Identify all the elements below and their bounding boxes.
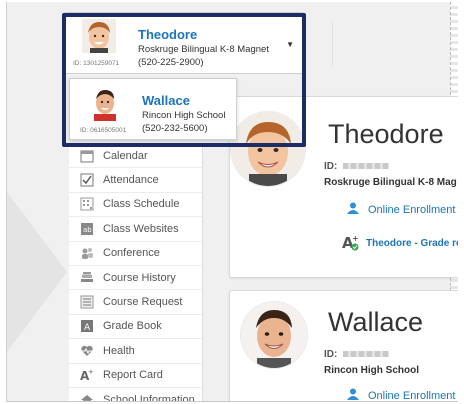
heart-icon [79, 343, 95, 359]
sidebar-item-label: School Information [103, 393, 195, 402]
checkbox-icon [79, 172, 95, 188]
list-icon [79, 294, 95, 310]
student-name[interactable]: Wallace [328, 307, 423, 338]
svg-text:ab: ab [83, 226, 92, 234]
sidebar-item-label: Calendar [103, 149, 148, 162]
sidebar-item-label: Course History [103, 271, 176, 284]
grade-report-link[interactable]: A + Theodore - Grade re [342, 234, 458, 252]
sidebar-item-report-card[interactable]: A + Report Card [69, 364, 202, 388]
sidebar-item-health[interactable]: Health [69, 339, 202, 364]
sidebar-item-course-history[interactable]: Course History [69, 266, 202, 291]
sidebar-menu: Calendar Attendance Class Schedule ab Cl… [69, 144, 203, 402]
switcher-divider [332, 21, 333, 67]
sidebar-item-attendance[interactable]: Attendance [69, 168, 202, 193]
enrollment-link-label: Online Enrollment is [368, 203, 458, 216]
sidebar-item-calendar[interactable]: Calendar [69, 144, 202, 169]
sidebar-item-label: Conference [103, 247, 160, 260]
sidebar-item-label: Report Card [103, 369, 163, 382]
report-card-icon: A + [342, 234, 360, 252]
calendar-icon [79, 148, 95, 164]
sidebar-item-course-request[interactable]: Course Request [69, 290, 202, 315]
svg-text:+: + [352, 235, 359, 243]
student-name[interactable]: Theodore [328, 119, 444, 150]
sidebar-item-conference[interactable]: Conference [69, 242, 202, 266]
sidebar-item-school-information[interactable]: School Information [69, 388, 202, 402]
sidebar-item-class-schedule[interactable]: Class Schedule [69, 193, 202, 218]
gradebook-icon: A [79, 318, 95, 334]
website-icon: ab [79, 221, 95, 237]
online-enrollment-link[interactable]: Online Enrollment is [346, 201, 458, 218]
background-shape [7, 192, 67, 352]
student-id-label: ID: [324, 161, 338, 172]
sidebar-item-label: Health [103, 344, 135, 357]
annotation-highlight [62, 13, 306, 147]
app-window: Calendar Attendance Class Schedule ab Cl… [6, 2, 458, 402]
sidebar-item-class-websites[interactable]: ab Class Websites [69, 217, 202, 242]
svg-text:A: A [84, 323, 91, 333]
student-id: ID: [324, 349, 390, 360]
student-avatar [241, 302, 307, 368]
sidebar-item-label: Course Request [103, 296, 183, 309]
redacted-id [343, 351, 390, 358]
people-icon [79, 245, 95, 261]
student-id: ID: [324, 161, 390, 172]
person-icon [346, 387, 360, 401]
schedule-icon [79, 196, 95, 212]
online-enrollment-link[interactable]: Online Enrollment is [346, 387, 458, 402]
sidebar-item-label: Class Websites [103, 222, 179, 235]
school-icon [79, 392, 95, 401]
redacted-id [343, 163, 390, 170]
report-card-icon: A + [79, 367, 95, 383]
books-icon [79, 270, 95, 286]
student-id-label: ID: [324, 349, 338, 360]
svg-text:+: + [88, 368, 94, 376]
sidebar-item-label: Attendance [103, 174, 159, 187]
sidebar-item-label: Class Schedule [103, 198, 180, 211]
sidebar-item-grade-book[interactable]: A Grade Book [69, 315, 202, 340]
school-name: Rincon High School [324, 365, 419, 376]
grade-link-label: Theodore - Grade re [366, 237, 458, 249]
school-name: Roskruge Bilingual K-8 Mag [324, 177, 457, 188]
enrollment-link-label: Online Enrollment is [368, 389, 458, 402]
sidebar-item-label: Grade Book [103, 320, 162, 333]
person-icon [346, 201, 360, 218]
